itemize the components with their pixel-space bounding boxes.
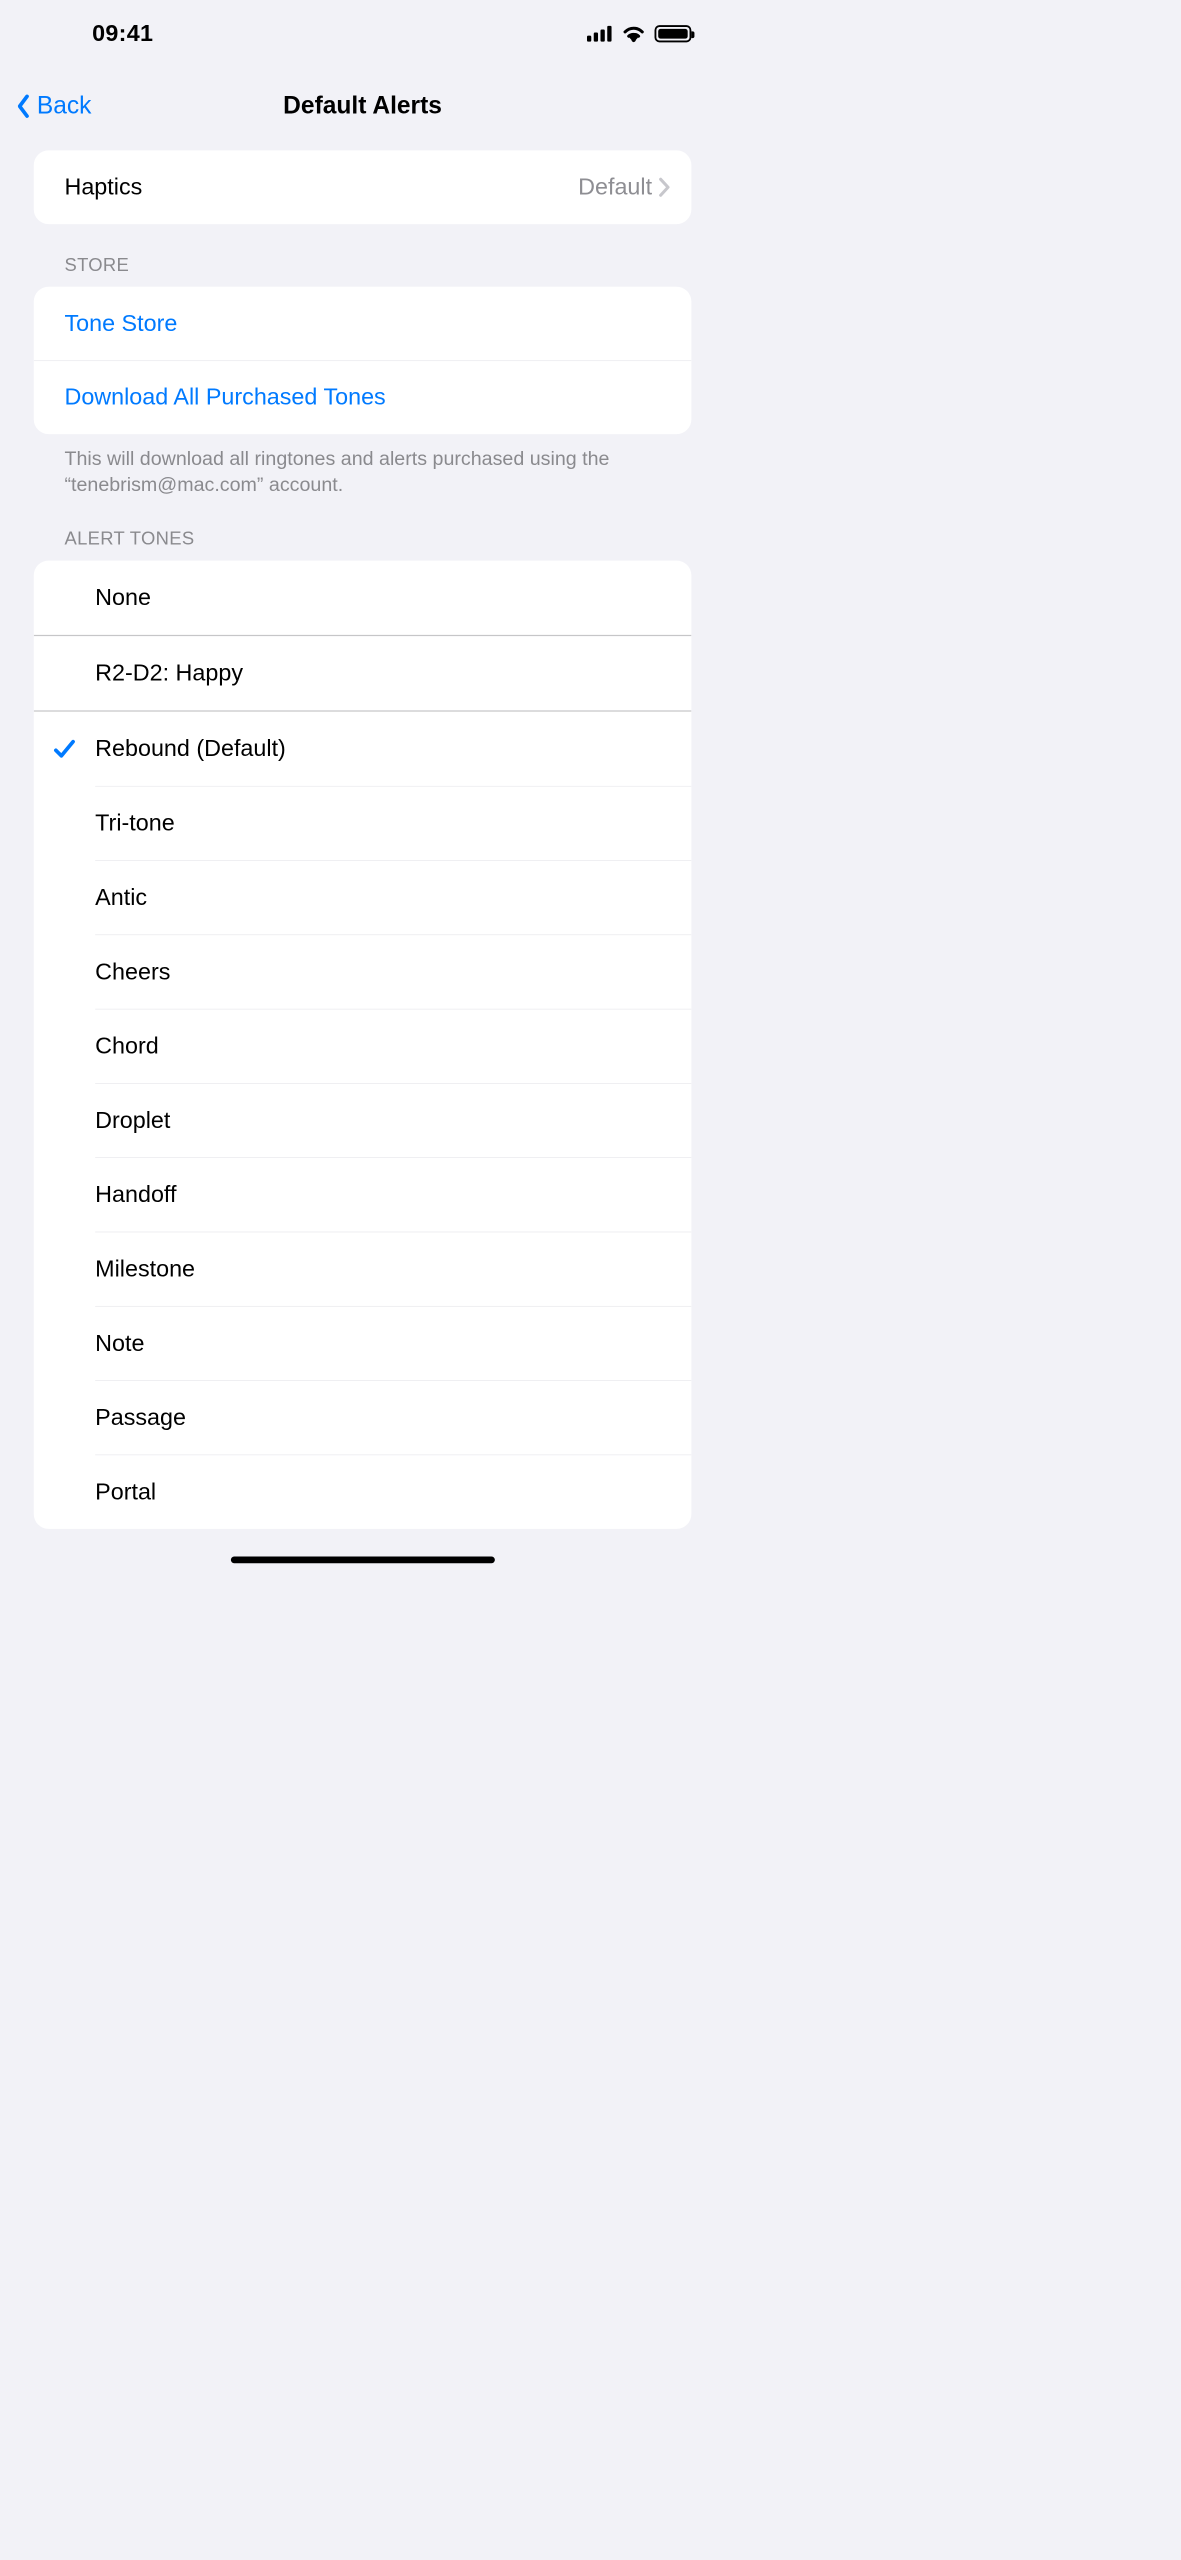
haptics-value: Default [578, 174, 652, 200]
tone-row[interactable]: Antic [34, 860, 692, 934]
home-indicator [231, 1556, 495, 1563]
tone-store-label: Tone Store [64, 310, 670, 336]
tone-row[interactable]: R2-D2: Happy [34, 635, 692, 711]
tone-store-row[interactable]: Tone Store [34, 287, 692, 361]
checkmark-icon [34, 737, 95, 762]
status-icons [587, 25, 691, 42]
store-group: Tone Store Download All Purchased Tones [34, 287, 692, 434]
tone-label: Cheers [95, 959, 170, 985]
status-time: 09:41 [43, 21, 153, 47]
tone-row[interactable]: Handoff [34, 1158, 692, 1232]
tone-row[interactable]: Cheers [34, 935, 692, 1009]
chevron-right-icon [658, 177, 670, 198]
download-tones-label: Download All Purchased Tones [64, 384, 670, 410]
back-button[interactable]: Back [14, 92, 92, 120]
tone-row[interactable]: Rebound (Default) [34, 711, 692, 787]
tone-label: Tri-tone [95, 810, 175, 836]
tone-label: Portal [95, 1479, 156, 1505]
haptics-group: Haptics Default [34, 150, 692, 224]
tone-row[interactable]: Tri-tone [34, 786, 692, 860]
battery-icon [655, 25, 692, 42]
tone-label: Rebound (Default) [95, 736, 286, 762]
alert-tones-header: Alert Tones [34, 498, 692, 561]
tone-label: R2-D2: Happy [95, 660, 243, 686]
tone-row[interactable]: Passage [34, 1381, 692, 1455]
tone-row[interactable]: Milestone [34, 1232, 692, 1306]
nav-bar: Back Default Alerts [0, 68, 725, 142]
page-title: Default Alerts [283, 92, 442, 120]
tone-row[interactable]: Chord [34, 1009, 692, 1083]
tone-label: Handoff [95, 1182, 176, 1208]
store-header: Store [34, 224, 692, 287]
cellular-icon [587, 26, 613, 42]
tone-row[interactable]: Droplet [34, 1083, 692, 1157]
status-bar: 09:41 [0, 0, 725, 68]
tone-row[interactable]: Note [34, 1306, 692, 1380]
tone-label: Droplet [95, 1108, 170, 1134]
wifi-icon [621, 25, 646, 42]
tone-row[interactable]: None [34, 561, 692, 635]
back-label: Back [37, 92, 92, 120]
tone-label: Chord [95, 1033, 159, 1059]
alert-tones-list: None R2-D2: Happy Rebound (Default) Tri-ton… [34, 561, 692, 1529]
tone-label: Antic [95, 885, 147, 911]
haptics-label: Haptics [64, 174, 578, 200]
tone-label: Note [95, 1330, 144, 1356]
tone-label: Milestone [95, 1256, 195, 1282]
haptics-row[interactable]: Haptics Default [34, 150, 692, 224]
chevron-left-icon [14, 92, 34, 119]
download-tones-row[interactable]: Download All Purchased Tones [34, 360, 692, 434]
tone-label: None [95, 585, 151, 611]
store-footer: This will download all ringtones and ale… [34, 434, 692, 498]
tone-label: Passage [95, 1405, 186, 1431]
tone-row[interactable]: Portal [34, 1455, 692, 1529]
